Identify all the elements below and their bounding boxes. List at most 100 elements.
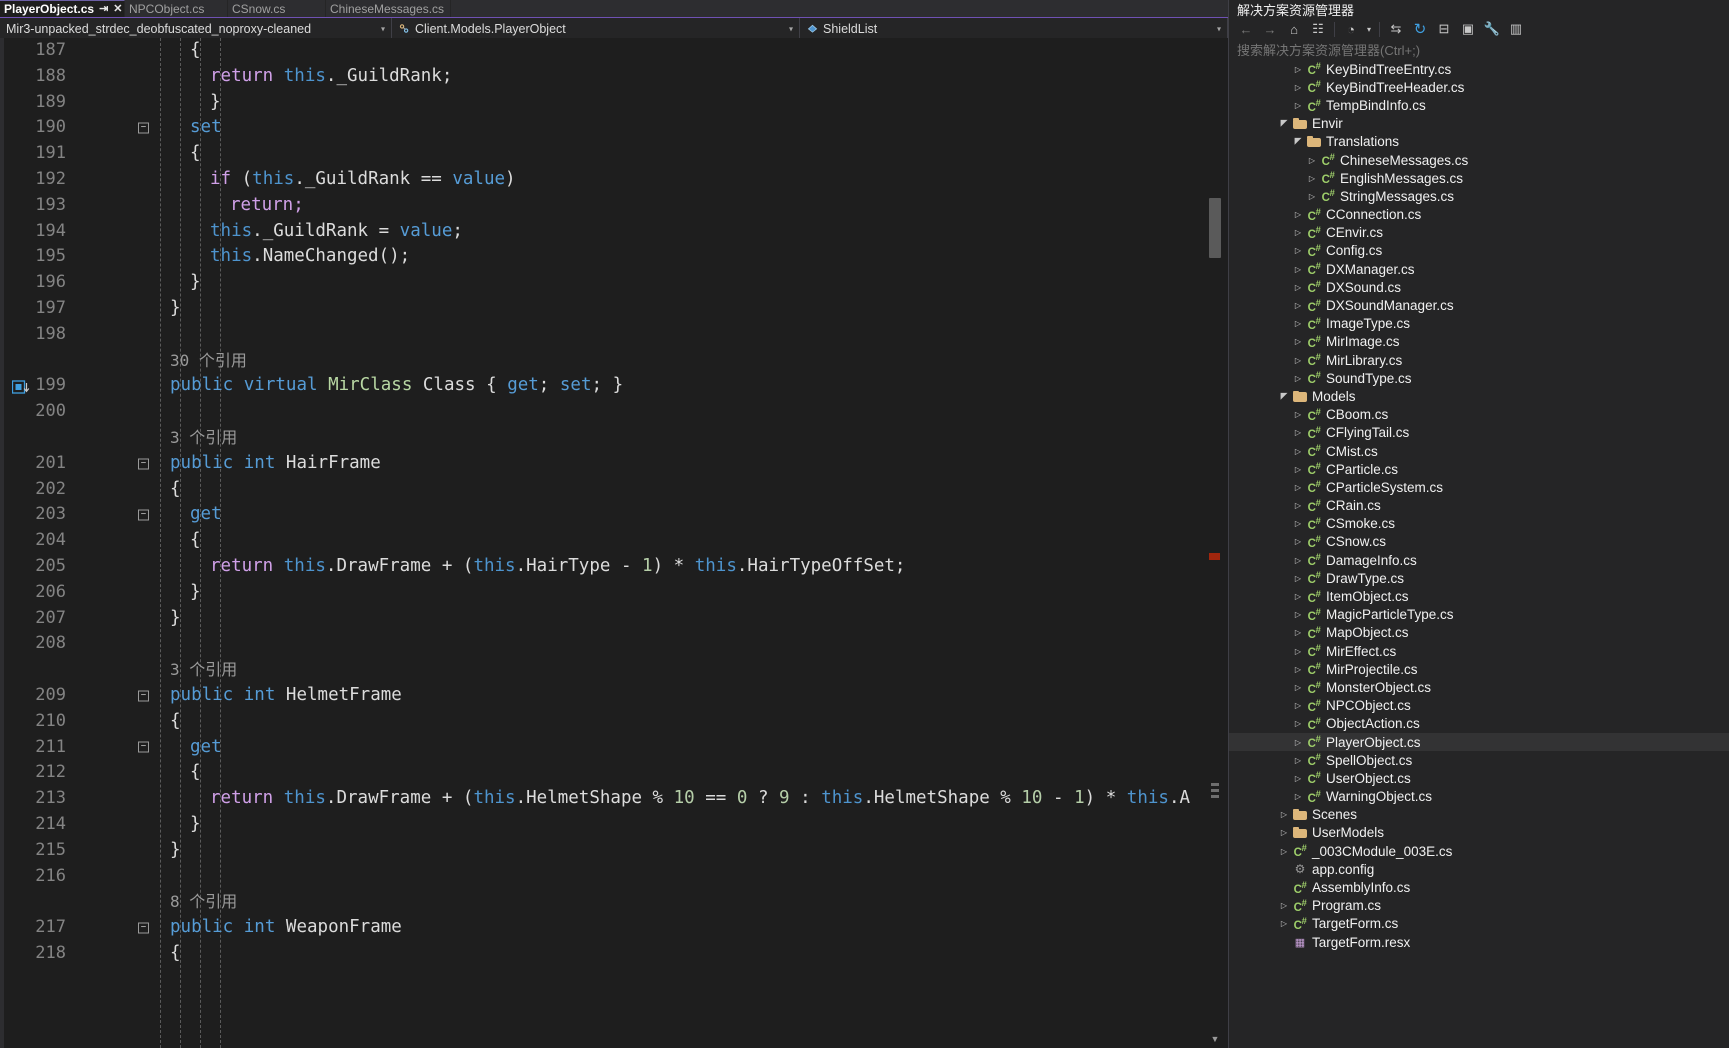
code-line[interactable]: 203 − get [0, 502, 1202, 528]
chevron-right-icon[interactable]: ▷ [1291, 665, 1305, 674]
tree-item-chinesemessages-cs[interactable]: ▷ C# ChineseMessages.cs [1229, 151, 1729, 169]
tree-item-magicparticletype-cs[interactable]: ▷ C# MagicParticleType.cs [1229, 606, 1729, 624]
collapse-region-icon[interactable]: − [138, 922, 149, 934]
history-dropdown-icon[interactable]: ▾ [1363, 19, 1375, 39]
tree-item-csmoke-cs[interactable]: ▷ C# CSmoke.cs [1229, 515, 1729, 533]
chevron-right-icon[interactable]: ▷ [1305, 174, 1319, 183]
editor-tab-chinesemessages-cs[interactable]: ChineseMessages.cs [326, 0, 451, 17]
tree-item-models[interactable]: ◢ Models [1229, 387, 1729, 405]
solution-explorer-tree[interactable]: ▷ C# KeyBindTreeEntry.cs ▷ C# KeyBindTreeHead… [1229, 60, 1729, 1048]
tree-item-warningobject-cs[interactable]: ▷ C# WarningObject.cs [1229, 788, 1729, 806]
chevron-right-icon[interactable]: ▷ [1277, 810, 1291, 819]
chevron-right-icon[interactable]: ▷ [1291, 738, 1305, 747]
code-line[interactable]: 199 public virtual MirClass Class { get; … [0, 373, 1202, 399]
collapse-region-icon[interactable]: − [138, 690, 149, 702]
chevron-right-icon[interactable]: ▷ [1291, 756, 1305, 765]
chevron-right-icon[interactable]: ▷ [1305, 156, 1319, 165]
chevron-right-icon[interactable]: ▷ [1291, 647, 1305, 656]
tree-item-drawtype-cs[interactable]: ▷ C# DrawType.cs [1229, 569, 1729, 587]
codelens-reference-count[interactable]: 3 个引用 [170, 657, 237, 683]
code-line[interactable]: 188 return this._GuildRank; [0, 64, 1202, 90]
code-line[interactable]: 213 return this.DrawFrame + (this.HelmetS… [0, 786, 1202, 812]
bookmark-icon[interactable] [11, 378, 30, 394]
code-line[interactable]: 194 this._GuildRank = value; [0, 219, 1202, 245]
chevron-right-icon[interactable]: ▷ [1291, 701, 1305, 710]
code-line[interactable]: 218 { [0, 941, 1202, 967]
code-line[interactable]: 208 [0, 631, 1202, 657]
chevron-right-icon[interactable]: ▷ [1291, 319, 1305, 328]
code-line[interactable]: 215} [0, 838, 1202, 864]
history-icon[interactable]: ◔ [1339, 19, 1363, 39]
chevron-right-icon[interactable]: ▷ [1291, 301, 1305, 310]
chevron-right-icon[interactable]: ▷ [1291, 628, 1305, 637]
chevron-right-icon[interactable]: ▷ [1291, 556, 1305, 565]
tree-item--003cmodule-003e-cs[interactable]: ▷ C# _003CModule_003E.cs [1229, 842, 1729, 860]
tree-item-cboom-cs[interactable]: ▷ C# CBoom.cs [1229, 406, 1729, 424]
tree-item-targetform-resx[interactable]: ▦ TargetForm.resx [1229, 933, 1729, 951]
tree-item-config-cs[interactable]: ▷ C# Config.cs [1229, 242, 1729, 260]
chevron-right-icon[interactable]: ▷ [1291, 246, 1305, 255]
code-editor[interactable]: 187{188 return this._GuildRank; 189} 190− se… [0, 38, 1228, 1048]
code-line[interactable]: 204 { [0, 528, 1202, 554]
tree-item-cconnection-cs[interactable]: ▷ C# CConnection.cs [1229, 206, 1729, 224]
tree-item-npcobject-cs[interactable]: ▷ C# NPCObject.cs [1229, 697, 1729, 715]
chevron-right-icon[interactable]: ▷ [1291, 101, 1305, 110]
codelens-row[interactable]: 3 个引用 [0, 657, 1202, 683]
tree-item-mirlibrary-cs[interactable]: ▷ C# MirLibrary.cs [1229, 351, 1729, 369]
chevron-right-icon[interactable]: ▷ [1291, 337, 1305, 346]
pin-tab-icon[interactable]: ⇥ [99, 3, 108, 15]
code-line[interactable]: 205 return this.DrawFrame + (this.HairTyp… [0, 554, 1202, 580]
tree-item-translations[interactable]: ◢ Translations [1229, 133, 1729, 151]
tree-item-monsterobject-cs[interactable]: ▷ C# MonsterObject.cs [1229, 678, 1729, 696]
chevron-right-icon[interactable]: ▷ [1291, 792, 1305, 801]
chevron-right-icon[interactable]: ▷ [1291, 465, 1305, 474]
show-all-files-icon[interactable]: ▣ [1456, 19, 1480, 39]
tree-item-dxsoundmanager-cs[interactable]: ▷ C# DXSoundManager.cs [1229, 296, 1729, 314]
tree-item-mapobject-cs[interactable]: ▷ C# MapObject.cs [1229, 624, 1729, 642]
code-line[interactable]: 190 − set [0, 115, 1202, 141]
forward-icon[interactable]: → [1258, 19, 1282, 39]
tree-item-soundtype-cs[interactable]: ▷ C# SoundType.cs [1229, 369, 1729, 387]
chevron-right-icon[interactable]: ▷ [1291, 356, 1305, 365]
editor-tab-playerobject-cs[interactable]: PlayerObject.cs ⇥ ✕ [0, 0, 125, 17]
collapse-region-icon[interactable]: − [138, 509, 149, 521]
tree-item-damageinfo-cs[interactable]: ▷ C# DamageInfo.cs [1229, 551, 1729, 569]
code-line[interactable]: 200 [0, 399, 1202, 425]
tree-item-cenvir-cs[interactable]: ▷ C# CEnvir.cs [1229, 224, 1729, 242]
sync-with-active-document-icon[interactable]: ⇆ [1384, 19, 1408, 39]
chevron-down-icon[interactable]: ▾ [789, 24, 793, 33]
collapse-region-icon[interactable]: − [138, 458, 149, 470]
code-line[interactable]: 210 { [0, 709, 1202, 735]
chevron-right-icon[interactable]: ▷ [1291, 537, 1305, 546]
chevron-right-icon[interactable]: ▷ [1291, 683, 1305, 692]
code-line[interactable]: 192 if (this._GuildRank == value) [0, 167, 1202, 193]
chevron-right-icon[interactable]: ▷ [1291, 210, 1305, 219]
chevron-right-icon[interactable]: ▷ [1291, 447, 1305, 456]
code-line[interactable]: 212 { [0, 760, 1202, 786]
home-icon[interactable]: ⌂ [1282, 19, 1306, 39]
tree-item-spellobject-cs[interactable]: ▷ C# SpellObject.cs [1229, 751, 1729, 769]
member-selector[interactable]: ShieldList ▾ [800, 18, 1228, 39]
code-line[interactable]: 191 { [0, 141, 1202, 167]
chevron-down-icon[interactable]: ◢ [1291, 136, 1305, 147]
code-line[interactable]: 197} [0, 296, 1202, 322]
chevron-right-icon[interactable]: ▷ [1291, 228, 1305, 237]
tree-item-keybindtreeheader-cs[interactable]: ▷ C# KeyBindTreeHeader.cs [1229, 78, 1729, 96]
tree-item-targetform-cs[interactable]: ▷ C# TargetForm.cs [1229, 915, 1729, 933]
chevron-down-icon[interactable]: ◢ [1277, 391, 1291, 402]
tree-item-dxmanager-cs[interactable]: ▷ C# DXManager.cs [1229, 260, 1729, 278]
close-tab-icon[interactable]: ✕ [113, 3, 122, 15]
tree-item-dxsound-cs[interactable]: ▷ C# DXSound.cs [1229, 278, 1729, 296]
chevron-right-icon[interactable]: ▷ [1291, 265, 1305, 274]
chevron-right-icon[interactable]: ▷ [1291, 774, 1305, 783]
tree-item-cparticlesystem-cs[interactable]: ▷ C# CParticleSystem.cs [1229, 478, 1729, 496]
chevron-down-icon[interactable]: ◢ [1277, 118, 1291, 129]
scrollbar-thumb[interactable] [1209, 198, 1221, 258]
tree-item-csnow-cs[interactable]: ▷ C# CSnow.cs [1229, 533, 1729, 551]
chevron-right-icon[interactable]: ▷ [1305, 192, 1319, 201]
codelens-reference-count[interactable]: 8 个引用 [170, 889, 237, 915]
codelens-row[interactable]: 3 个引用 [0, 425, 1202, 451]
chevron-right-icon[interactable]: ▷ [1277, 901, 1291, 910]
tree-item-crain-cs[interactable]: ▷ C# CRain.cs [1229, 497, 1729, 515]
tree-item-assemblyinfo-cs[interactable]: C# AssemblyInfo.cs [1229, 878, 1729, 896]
